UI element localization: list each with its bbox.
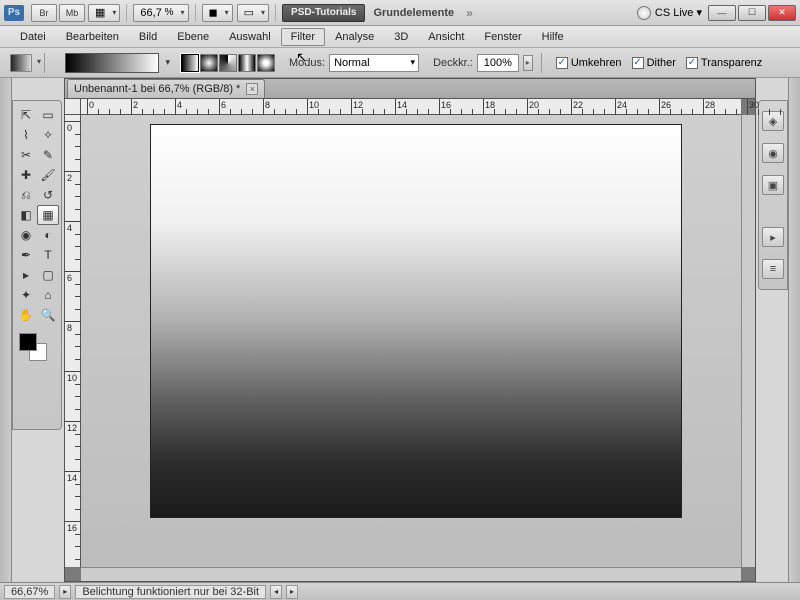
right-dock-strip[interactable] [788, 78, 800, 582]
dodge-tool-icon[interactable]: ◐ [37, 225, 59, 245]
maximize-button[interactable]: ☐ [738, 5, 766, 21]
canvas[interactable] [151, 125, 681, 517]
document-tab[interactable]: Unbenannt-1 bei 66,7% (RGB/8) * × [67, 79, 265, 98]
move-tool-icon[interactable]: ⇱ [15, 105, 37, 125]
minibridge-button[interactable]: Mb [59, 4, 85, 22]
gradient-diamond-icon[interactable] [257, 54, 275, 72]
mode-label: Modus: [289, 57, 325, 69]
gradient-tool-icon[interactable]: ▦ [37, 205, 59, 225]
wand-tool-icon[interactable]: ✧ [37, 125, 59, 145]
eyedropper-tool-icon[interactable]: ✎ [37, 145, 59, 165]
gradient-type-group [181, 54, 275, 72]
menu-analyse[interactable]: Analyse [325, 28, 384, 46]
pen-tool-icon[interactable]: ✒ [15, 245, 37, 265]
gradient-linear-icon[interactable] [181, 54, 199, 72]
main-area: ⇱▭ ⌇✧ ✂✎ ✚🖌 ⎌↺ ◧▦ ◉◐ ✒T ▸▢ ✦⌂ ✋🔍 Unbenan… [0, 78, 800, 582]
minimize-button[interactable]: — [708, 5, 736, 21]
ruler-corner [65, 99, 81, 115]
paths-icon[interactable]: ▣ [762, 175, 784, 195]
menu-bild[interactable]: Bild [129, 28, 167, 46]
screenmode-select[interactable]: ▭ [237, 4, 269, 22]
toolbox: ⇱▭ ⌇✧ ✂✎ ✚🖌 ⎌↺ ◧▦ ◉◐ ✒T ▸▢ ✦⌂ ✋🔍 [12, 100, 62, 430]
square-select[interactable]: ◼ [202, 4, 233, 22]
status-nav-left-icon[interactable]: ◂ [270, 585, 282, 599]
actions-icon[interactable]: ≡ [762, 259, 784, 279]
crop-tool-icon[interactable]: ✂ [15, 145, 37, 165]
menu-datei[interactable]: Datei [10, 28, 56, 46]
status-message: Belichtung funktioniert nur bei 32-Bit [75, 585, 266, 599]
history-brush-icon[interactable]: ↺ [37, 185, 59, 205]
color-swatches[interactable] [15, 331, 59, 365]
gradient-preview[interactable] [65, 53, 159, 73]
channels-icon[interactable]: ◉ [762, 143, 784, 163]
menu-ansicht[interactable]: Ansicht [418, 28, 474, 46]
transparency-checkbox[interactable]: ✓Transparenz [686, 57, 762, 69]
camera-tool-icon[interactable]: ⌂ [37, 285, 59, 305]
gradient-angle-icon[interactable] [219, 54, 237, 72]
cs-live-button[interactable]: CS Live ▾ [637, 6, 702, 20]
tool-preset-icon[interactable] [10, 54, 32, 72]
zoom-tool-icon[interactable]: 🔍 [37, 305, 59, 325]
opacity-input[interactable]: 100% [477, 54, 519, 72]
chevron-right-icon[interactable]: » [466, 6, 473, 20]
menu-bearbeiten[interactable]: Bearbeiten [56, 28, 129, 46]
scrollbar-vertical[interactable] [741, 115, 755, 567]
menu-filter[interactable]: Filter [281, 28, 325, 46]
close-button[interactable]: ✕ [768, 5, 796, 21]
brush-tool-icon[interactable]: 🖌 [37, 165, 59, 185]
menu-ebene[interactable]: Ebene [167, 28, 219, 46]
history-icon[interactable]: ▸ [762, 227, 784, 247]
foreground-color-swatch[interactable] [19, 333, 37, 351]
menu-fenster[interactable]: Fenster [474, 28, 531, 46]
status-nav-right-icon[interactable]: ▸ [286, 585, 298, 599]
status-zoom[interactable]: 66,67% [4, 585, 55, 599]
eraser-tool-icon[interactable]: ◧ [15, 205, 37, 225]
document-tab-label: Unbenannt-1 bei 66,7% (RGB/8) * [74, 83, 240, 95]
right-panel-dock: ◈ ◉ ▣ ▸ ≡ [758, 100, 788, 290]
workspace-button[interactable]: PSD-Tutorials [282, 4, 365, 22]
path-select-icon[interactable]: ▸ [15, 265, 37, 285]
tab-strip: Unbenannt-1 bei 66,7% (RGB/8) * × [65, 79, 755, 99]
opacity-flyout-icon[interactable]: ▸ [523, 55, 533, 71]
menu-hilfe[interactable]: Hilfe [532, 28, 574, 46]
title-bar: Ps Br Mb ▦ 66,7 % ◼ ▭ PSD-Tutorials Grun… [0, 0, 800, 26]
dither-checkbox[interactable]: ✓Dither [632, 57, 676, 69]
ruler-horizontal[interactable]: 024681012141618202224262830 [81, 99, 741, 115]
ruler-vertical[interactable]: 0246810121416 [65, 115, 81, 567]
status-arrow-icon[interactable]: ▸ [59, 585, 71, 599]
gradient-reflected-icon[interactable] [238, 54, 256, 72]
3d-tool-icon[interactable]: ✦ [15, 285, 37, 305]
options-bar: Modus: Normal Deckkr.: 100% ▸ ✓Umkehren … [0, 48, 800, 78]
left-dock-strip[interactable] [0, 78, 12, 582]
cslive-icon [637, 6, 651, 20]
blur-tool-icon[interactable]: ◉ [15, 225, 37, 245]
status-bar: 66,67% ▸ Belichtung funktioniert nur bei… [0, 582, 800, 600]
healing-tool-icon[interactable]: ✚ [15, 165, 37, 185]
canvas-viewport[interactable] [81, 115, 741, 567]
bridge-button[interactable]: Br [31, 4, 57, 22]
shape-tool-icon[interactable]: ▢ [37, 265, 59, 285]
type-tool-icon[interactable]: T [37, 245, 59, 265]
workspace-label[interactable]: Grundelemente [373, 7, 454, 19]
app-logo-icon: Ps [4, 5, 24, 21]
arrange-select[interactable]: ▦ [88, 4, 120, 22]
zoom-select[interactable]: 66,7 % [133, 4, 188, 22]
lasso-tool-icon[interactable]: ⌇ [15, 125, 37, 145]
reverse-checkbox[interactable]: ✓Umkehren [556, 57, 622, 69]
opacity-label: Deckkr.: [433, 57, 473, 69]
hand-tool-icon[interactable]: ✋ [15, 305, 37, 325]
marquee-tool-icon[interactable]: ▭ [37, 105, 59, 125]
document-area: Unbenannt-1 bei 66,7% (RGB/8) * × 024681… [64, 78, 756, 582]
menu-3d[interactable]: 3D [384, 28, 418, 46]
gradient-radial-icon[interactable] [200, 54, 218, 72]
mode-select[interactable]: Normal [329, 54, 419, 72]
tab-close-icon[interactable]: × [246, 83, 258, 95]
menu-auswahl[interactable]: Auswahl [219, 28, 281, 46]
stamp-tool-icon[interactable]: ⎌ [15, 185, 37, 205]
menu-bar: Datei Bearbeiten Bild Ebene Auswahl Filt… [0, 26, 800, 48]
scrollbar-horizontal[interactable] [81, 567, 741, 581]
